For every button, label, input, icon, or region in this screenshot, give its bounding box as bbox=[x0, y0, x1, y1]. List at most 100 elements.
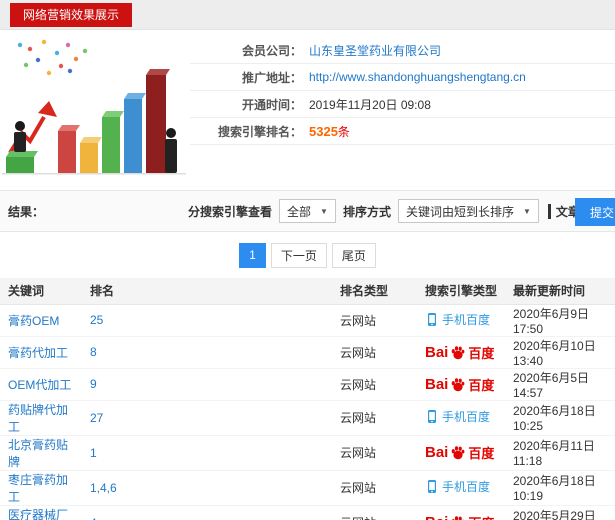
mobile-baidu-icon bbox=[425, 312, 439, 327]
baidu-latin-text: Bai bbox=[425, 375, 449, 393]
top-banner: 网络营销效果展示 bbox=[0, 0, 615, 30]
update-time: 2020年5月29日 10:32 bbox=[505, 505, 615, 520]
baidu-paw-icon bbox=[451, 377, 465, 392]
last-page-button[interactable]: 尾页 bbox=[331, 242, 376, 268]
engine-label: 百度 bbox=[468, 345, 495, 361]
open-time-value: 2019年11月20日 09:08 bbox=[309, 97, 431, 112]
chevron-down-icon: ▼ bbox=[523, 206, 531, 216]
header-keyword: 关键词 bbox=[0, 278, 82, 305]
results-table: 关键词 排名 排名类型 搜索引擎类型 最新更新时间 膏药OEM 25 云网站 手… bbox=[0, 278, 615, 520]
keyword-link[interactable]: 枣庄膏药加工 bbox=[0, 470, 82, 506]
header-update-time: 最新更新时间 bbox=[505, 278, 615, 305]
divider bbox=[547, 203, 551, 219]
info-section: 会员公司： 山东皇圣堂药业有限公司 推广地址： http://www.shand… bbox=[0, 30, 615, 190]
info-row-rank-count: 搜索引擎排名： 5325 条 bbox=[190, 118, 615, 145]
rank-value[interactable]: 1,4,6 bbox=[82, 470, 332, 506]
rank-type: 云网站 bbox=[332, 505, 417, 520]
engine-label: 百度 bbox=[468, 513, 494, 520]
chevron-down-icon: ▼ bbox=[320, 206, 328, 216]
rank-value[interactable]: 4 bbox=[82, 505, 332, 520]
rank-value[interactable]: 9 bbox=[82, 368, 332, 401]
update-time: 2020年6月18日 10:25 bbox=[505, 400, 615, 436]
page-button-current[interactable]: 1 bbox=[239, 242, 266, 268]
engine-label: 手机百度 bbox=[442, 312, 491, 327]
pagination: 1 下一页 尾页 bbox=[0, 232, 615, 278]
table-row: 北京膏药贴牌 1 云网站 Bai 百度 2020年6月11日 11:18 bbox=[0, 435, 615, 471]
rank-type: 云网站 bbox=[332, 470, 417, 506]
table-row: OEM代加工 9 云网站 Bai 百度 2020年6月5日 14:57 bbox=[0, 368, 615, 401]
header-rank-type: 排名类型 bbox=[332, 278, 417, 305]
table-row: 医疗器械厂家 4 云网站 Bai 百度 2020年5月29日 10:32 bbox=[0, 505, 615, 520]
baidu-logo: Bai 百度 bbox=[425, 443, 494, 462]
keyword-link[interactable]: 膏药代加工 bbox=[0, 336, 82, 369]
info-rows: 会员公司： 山东皇圣堂药业有限公司 推广地址： http://www.shand… bbox=[190, 30, 615, 145]
engine-label: 手机百度 bbox=[442, 480, 491, 494]
keyword-link[interactable]: 膏药OEM bbox=[0, 304, 82, 337]
update-time: 2020年6月11日 11:18 bbox=[505, 435, 615, 471]
rank-type: 云网站 bbox=[332, 400, 417, 436]
sort-select[interactable]: 关键词由短到长排序 ▼ bbox=[397, 199, 539, 223]
next-page-button[interactable]: 下一页 bbox=[270, 242, 327, 268]
filter-group: 分搜索引擎查看 全部 ▼ 排序方式 关键词由短到长排序 ▼ 文章类型 全部 ▼ bbox=[188, 199, 615, 223]
rank-type: 云网站 bbox=[332, 368, 417, 401]
table-row: 膏药代加工 8 云网站 Bai 百度 2020年6月10日 13:40 bbox=[0, 336, 615, 369]
rank-type: 云网站 bbox=[332, 435, 417, 471]
rank-value[interactable]: 1 bbox=[82, 435, 332, 471]
baidu-paw-icon bbox=[451, 345, 465, 360]
engine-filter-value: 全部 bbox=[287, 204, 312, 219]
mobile-baidu-badge: 手机百度 bbox=[425, 408, 490, 425]
engine-filter-label: 分搜索引擎查看 bbox=[188, 204, 273, 219]
engine-label: 百度 bbox=[468, 446, 495, 461]
rank-type: 云网站 bbox=[332, 336, 417, 369]
info-row-url: 推广地址： http://www.shandonghuangshengtang.… bbox=[190, 64, 615, 91]
info-row-company: 会员公司： 山东皇圣堂药业有限公司 bbox=[190, 37, 615, 64]
baidu-latin-text: Bai bbox=[425, 343, 449, 361]
table-row: 药贴牌代加工 27 云网站 手机百度 2020年6月18日 10:25 bbox=[0, 400, 615, 436]
update-time: 2020年6月5日 14:57 bbox=[505, 368, 615, 401]
baidu-logo: Bai 百度 bbox=[425, 513, 494, 520]
baidu-paw-icon bbox=[451, 445, 465, 460]
company-link[interactable]: 山东皇圣堂药业有限公司 bbox=[309, 42, 441, 59]
update-time: 2020年6月9日 17:50 bbox=[505, 304, 615, 337]
baidu-logo: Bai 百度 bbox=[425, 375, 494, 394]
keyword-link[interactable]: OEM代加工 bbox=[0, 368, 82, 401]
engine-filter-select[interactable]: 全部 ▼ bbox=[279, 199, 336, 223]
baidu-latin-text: Bai bbox=[425, 514, 448, 520]
filter-bar: 结果： 分搜索引擎查看 全部 ▼ 排序方式 关键词由短到长排序 ▼ 文章类型 全… bbox=[0, 190, 615, 232]
rank-value[interactable]: 27 bbox=[82, 400, 332, 436]
open-time-label: 开通时间： bbox=[241, 97, 302, 112]
bar-chart-illustration bbox=[2, 39, 186, 175]
table-row: 枣庄膏药加工 1,4,6 云网站 手机百度 2020年6月18日 10:19 bbox=[0, 470, 615, 506]
page-title-tab[interactable]: 网络营销效果展示 bbox=[10, 2, 133, 27]
mobile-baidu-icon bbox=[425, 479, 439, 494]
result-label: 结果： bbox=[8, 204, 45, 219]
sort-label: 排序方式 bbox=[342, 204, 391, 219]
mobile-baidu-icon bbox=[425, 409, 439, 424]
promo-url-link[interactable]: http://www.shandonghuangshengtang.cn bbox=[309, 70, 526, 84]
info-row-open-time: 开通时间： 2019年11月20日 09:08 bbox=[190, 91, 615, 118]
mobile-baidu-badge: 手机百度 bbox=[425, 478, 490, 495]
table-row: 膏药OEM 25 云网站 手机百度 2020年6月9日 17:50 bbox=[0, 304, 615, 337]
rank-count-value: 5325 bbox=[309, 123, 338, 139]
update-time: 2020年6月18日 10:19 bbox=[505, 470, 615, 506]
header-engine-type: 搜索引擎类型 bbox=[417, 278, 505, 305]
engine-label: 百度 bbox=[468, 377, 495, 393]
sort-value: 关键词由短到长排序 bbox=[405, 204, 514, 219]
keyword-link[interactable]: 医疗器械厂家 bbox=[0, 505, 82, 520]
baidu-logo: Bai 百度 bbox=[425, 343, 494, 362]
rank-count-label: 搜索引擎排名： bbox=[217, 124, 302, 139]
mobile-baidu-badge: 手机百度 bbox=[425, 311, 490, 328]
promo-url-label: 推广地址： bbox=[241, 70, 302, 85]
baidu-paw-icon bbox=[451, 515, 465, 520]
keyword-link[interactable]: 北京膏药贴牌 bbox=[0, 435, 82, 471]
baidu-latin-text: Bai bbox=[425, 444, 449, 461]
keyword-link[interactable]: 药贴牌代加工 bbox=[0, 400, 82, 436]
rank-type: 云网站 bbox=[332, 304, 417, 337]
rank-value[interactable]: 25 bbox=[82, 304, 332, 337]
header-rank: 排名 bbox=[82, 278, 332, 305]
company-label: 会员公司： bbox=[241, 43, 302, 58]
submit-button[interactable]: 提交 bbox=[574, 198, 615, 226]
rank-value[interactable]: 8 bbox=[82, 336, 332, 369]
promo-chart-image bbox=[0, 33, 190, 187]
update-time: 2020年6月10日 13:40 bbox=[505, 336, 615, 369]
